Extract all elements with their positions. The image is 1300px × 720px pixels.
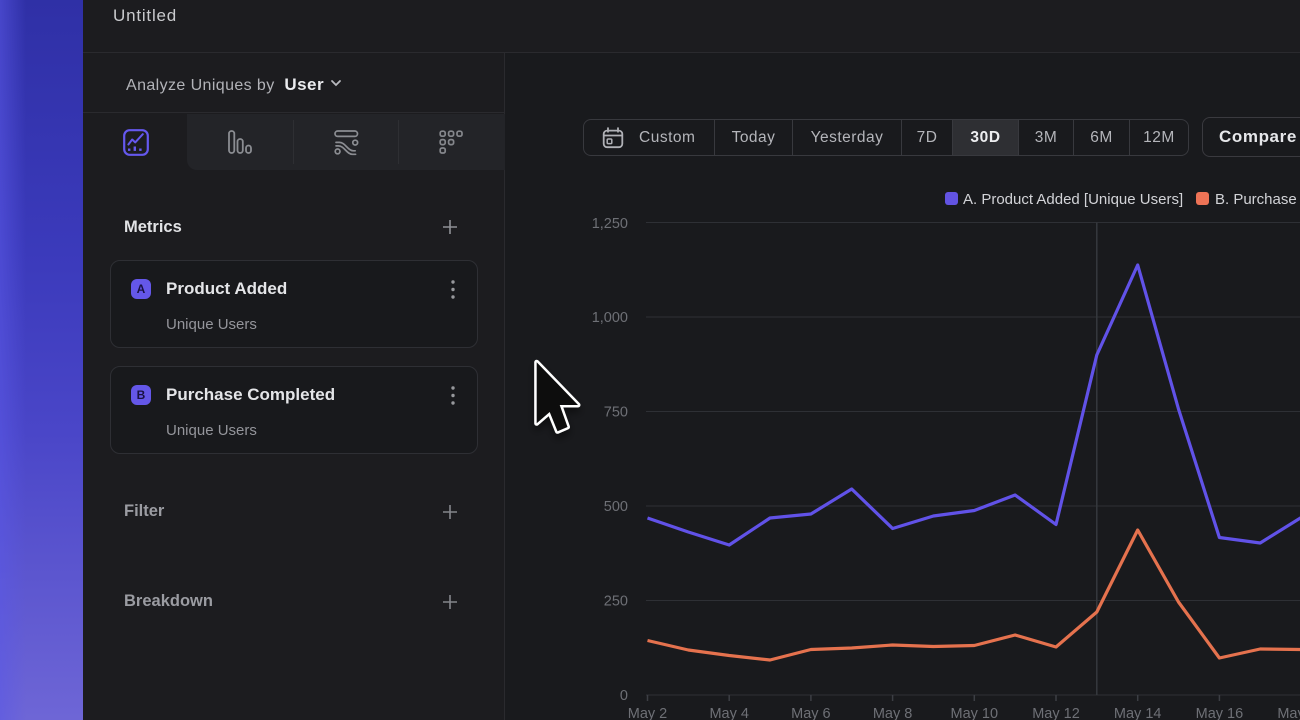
svg-text:May 18: May 18	[1277, 706, 1300, 720]
svg-text:May 6: May 6	[791, 706, 831, 720]
svg-text:May 2: May 2	[628, 706, 668, 720]
svg-text:1,250: 1,250	[592, 216, 628, 232]
svg-text:May 4: May 4	[709, 706, 749, 720]
svg-text:0: 0	[620, 688, 628, 704]
svg-text:May 14: May 14	[1114, 706, 1162, 720]
svg-text:May 12: May 12	[1032, 706, 1080, 720]
svg-text:750: 750	[604, 405, 628, 421]
svg-text:May 16: May 16	[1196, 706, 1244, 720]
svg-text:1,000: 1,000	[592, 310, 628, 326]
svg-text:250: 250	[604, 594, 628, 610]
svg-text:500: 500	[604, 499, 628, 515]
svg-text:May 10: May 10	[951, 706, 999, 720]
svg-text:May 8: May 8	[873, 706, 913, 720]
